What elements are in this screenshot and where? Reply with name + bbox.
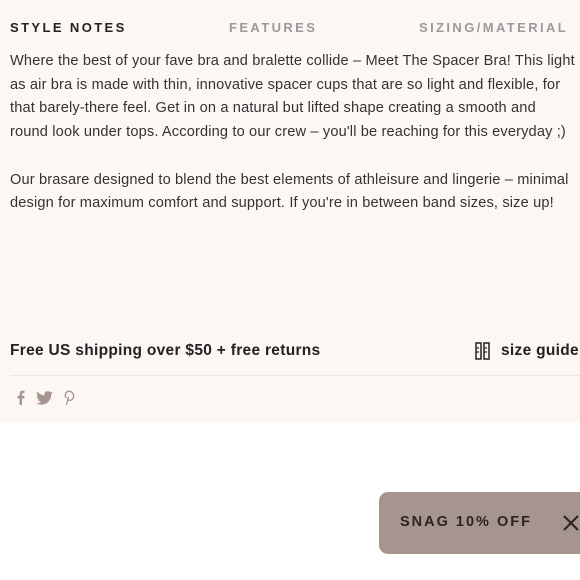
social-share [16, 390, 86, 406]
description-paragraph: Where the best of your fave bra and bral… [10, 53, 575, 141]
shipping-bar: Free US shipping over $50 + free returns… [10, 342, 580, 364]
size-guide-link[interactable]: size guide [474, 342, 579, 360]
divider [10, 375, 580, 376]
twitter-share-link[interactable] [36, 390, 53, 405]
pinterest-share-link[interactable] [64, 390, 75, 406]
ruler-icon [475, 342, 490, 360]
tab-bar: STYLE NOTES FEATURES SIZING/MATERIAL [0, 20, 580, 40]
tab-style-notes[interactable]: STYLE NOTES [10, 20, 127, 35]
discount-popup[interactable]: SNAG 10% OFF [379, 492, 580, 554]
facebook-icon [17, 390, 25, 405]
shipping-text: Free US shipping over $50 + free returns [10, 342, 321, 359]
pinterest-icon [64, 390, 75, 406]
close-icon[interactable] [562, 514, 580, 532]
tab-features[interactable]: FEATURES [229, 20, 317, 35]
description-paragraph: Our brasare designed to blend the best e… [10, 171, 569, 212]
size-guide-label: size guide [501, 342, 579, 359]
twitter-icon [36, 390, 53, 405]
style-notes-content: Where the best of your fave bra and bral… [10, 50, 576, 216]
facebook-share-link[interactable] [16, 390, 25, 405]
snag-discount-button[interactable]: SNAG 10% OFF [400, 514, 532, 530]
tab-sizing-material[interactable]: SIZING/MATERIAL [419, 20, 568, 35]
product-details-panel: STYLE NOTES FEATURES SIZING/MATERIAL Whe… [0, 0, 580, 422]
